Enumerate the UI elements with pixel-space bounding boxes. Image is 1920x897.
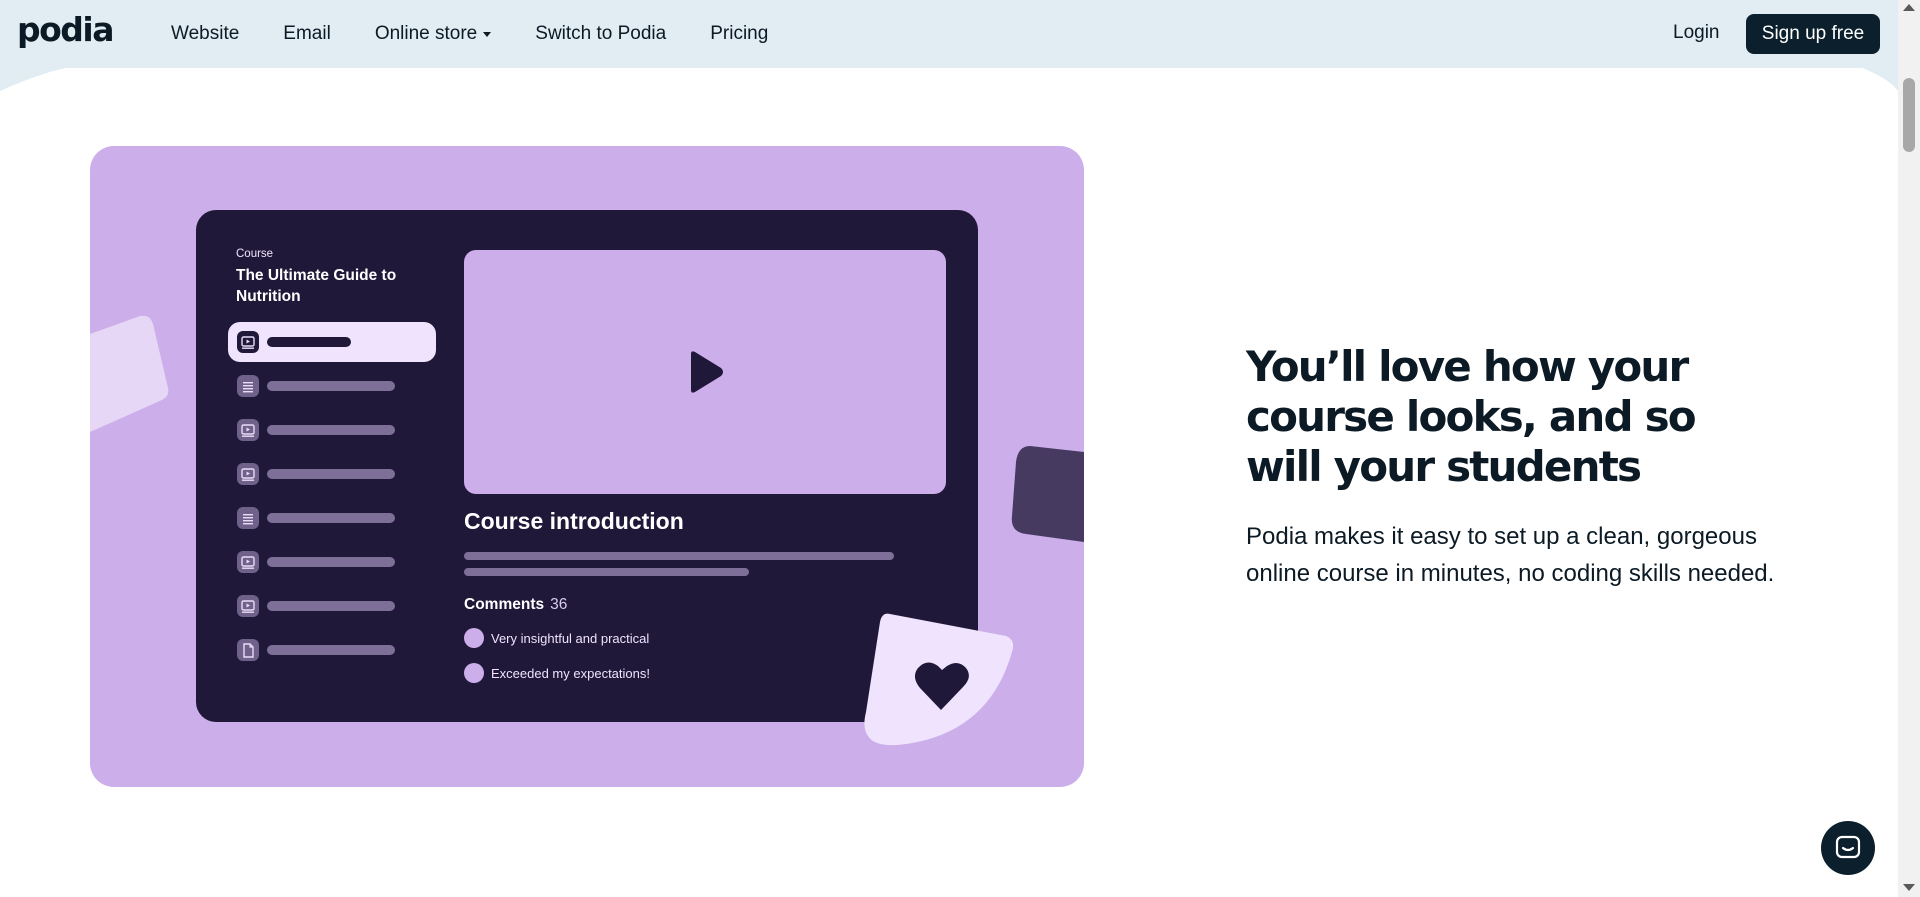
lesson-item — [228, 322, 436, 362]
video-icon — [237, 419, 259, 441]
chevron-down-icon — [483, 31, 492, 37]
header-wave-left-decoration — [0, 67, 70, 91]
chat-button[interactable] — [1821, 821, 1875, 875]
nav-pricing[interactable]: Pricing — [710, 23, 768, 45]
lesson-title-placeholder — [267, 337, 351, 347]
lesson-title-placeholder — [267, 557, 395, 567]
lesson-item — [228, 498, 436, 538]
page-scrollbar[interactable] — [1898, 0, 1920, 897]
decorative-shape-left — [90, 316, 169, 432]
text-icon — [237, 375, 259, 397]
nav-website[interactable]: Website — [171, 23, 239, 45]
comment-item: Exceeded my expectations! — [464, 663, 650, 683]
scroll-up-arrow-icon[interactable] — [1903, 4, 1915, 11]
lesson-title-placeholder — [267, 601, 395, 611]
comment-text: Exceeded my expectations! — [491, 665, 650, 681]
scroll-down-arrow-icon[interactable] — [1903, 884, 1915, 891]
video-icon — [237, 551, 259, 573]
course-title: The Ultimate Guide to Nutrition — [236, 267, 397, 305]
lesson-item — [228, 454, 436, 494]
text-placeholder-line — [464, 568, 749, 576]
comments-label: Comments — [464, 596, 545, 613]
lesson-item — [228, 542, 436, 582]
sign-up-button[interactable]: Sign up free — [1746, 14, 1880, 54]
play-icon — [691, 351, 723, 393]
lesson-item — [228, 366, 436, 406]
nav-switch-to-podia[interactable]: Switch to Podia — [535, 23, 666, 45]
nav-online-store-label: Online store — [374, 23, 478, 44]
video-icon — [237, 331, 259, 353]
comments-header: Comments 36 — [464, 596, 567, 614]
text-icon — [237, 507, 259, 529]
course-caption: Course — [236, 248, 274, 260]
lesson-title-placeholder — [267, 469, 395, 479]
lesson-title-placeholder — [267, 645, 395, 655]
lesson-title-placeholder — [267, 381, 395, 391]
lesson-item — [228, 410, 436, 450]
nav-website-label: Website — [171, 23, 240, 44]
scrollbar-thumb[interactable] — [1903, 78, 1915, 152]
comment-text: Very insightful and practical — [491, 630, 650, 646]
lesson-item — [228, 586, 436, 626]
nav-email-label: Email — [283, 23, 331, 44]
heart-icon — [864, 613, 1014, 746]
text-placeholder-line — [464, 552, 894, 560]
podia-logo[interactable]: podia — [17, 10, 115, 49]
commenter-avatar — [464, 663, 484, 683]
lesson-title: Course introduction — [464, 508, 684, 534]
nav-switch-label: Switch to Podia — [535, 23, 667, 44]
section-headline: You’ll love how your course looks, and s… — [1246, 342, 1697, 491]
comment-item: Very insightful and practical — [464, 628, 649, 648]
lesson-title-placeholder — [267, 425, 395, 435]
nav-pricing-label: Pricing — [710, 23, 769, 44]
chat-icon — [1835, 835, 1861, 859]
comments-count: 36 — [550, 596, 568, 613]
video-player — [464, 250, 946, 494]
main-nav: Website Email Online store Switch to Pod… — [171, 0, 812, 68]
login-link[interactable]: Login — [1673, 22, 1720, 44]
commenter-avatar — [464, 628, 484, 648]
course-preview-illustration: Course The Ultimate Guide to Nutrition C… — [90, 146, 1084, 787]
video-icon — [237, 595, 259, 617]
nav-email[interactable]: Email — [283, 23, 331, 45]
lesson-title-placeholder — [267, 513, 395, 523]
video-icon — [237, 463, 259, 485]
decorative-shape-right — [1011, 446, 1084, 542]
nav-online-store-dropdown[interactable]: Online store — [374, 23, 492, 45]
lesson-item — [228, 630, 436, 670]
section-subcopy: Podia makes it easy to set up a clean, g… — [1246, 523, 1775, 587]
document-icon — [237, 639, 259, 661]
top-navigation-bar: podia Website Email Online store Switch … — [0, 0, 1898, 68]
